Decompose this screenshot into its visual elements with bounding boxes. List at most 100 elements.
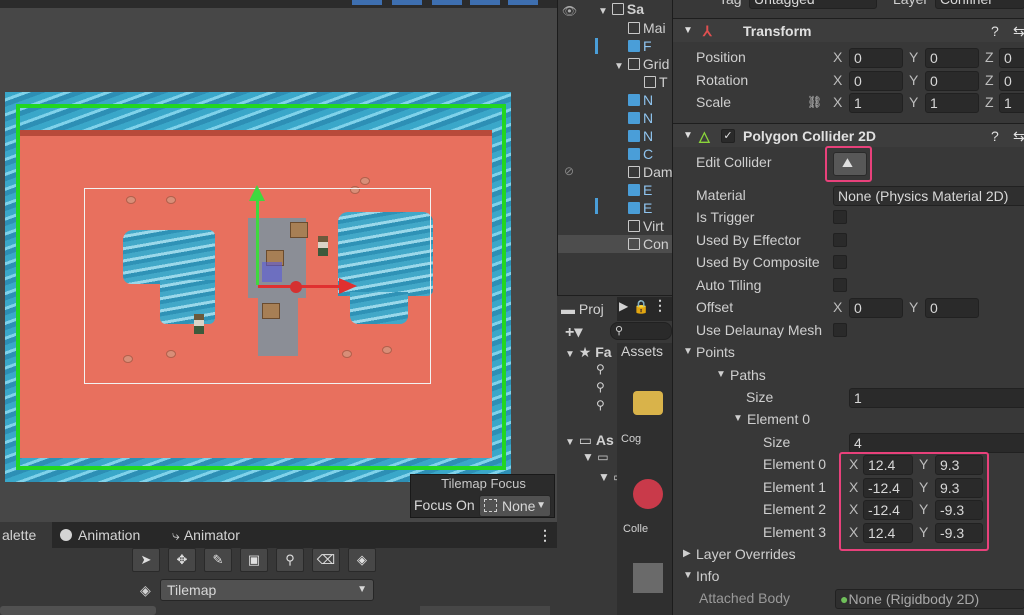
scene-toolbar-button[interactable] (432, 0, 462, 5)
subfolder-item[interactable]: ▼ ▭ (582, 450, 609, 464)
element0-path-row[interactable]: ▼ Element 0 (673, 408, 1024, 430)
scene-toolbar-button[interactable] (392, 0, 422, 5)
rotation-z-field[interactable]: 0 (999, 71, 1024, 91)
polygon-collider-header[interactable]: ▼ △ ✓ Polygon Collider 2D ? ⇆ (673, 123, 1024, 147)
paint-brush-icon[interactable]: ✎ (204, 548, 232, 572)
hierarchy-item[interactable]: N (558, 91, 673, 109)
hierarchy-item-label: T (659, 74, 668, 90)
active-tilemap-dropdown[interactable]: Tilemap ▼ (160, 579, 374, 601)
project-search-input[interactable]: ⚲ (610, 322, 672, 340)
info-row[interactable]: ▼ Info (673, 565, 1024, 587)
hierarchy-item-selected[interactable]: Con (558, 235, 673, 253)
search-icon[interactable]: ⚲ (596, 380, 605, 394)
transform-header[interactable]: ▼ ⅄ Transform ? ⇆ (673, 18, 1024, 42)
palette-dropdown[interactable] (0, 606, 156, 615)
box-fill-icon[interactable]: ▣ (240, 548, 268, 572)
paths-size-field[interactable]: 1 (849, 388, 1024, 408)
hierarchy-item[interactable]: E (558, 199, 673, 217)
asset-thumbnail[interactable] (633, 391, 663, 415)
scale-z-field[interactable]: 1 (999, 93, 1024, 113)
tab-animation[interactable]: Animation (60, 522, 140, 548)
asset-thumbnail[interactable] (633, 479, 663, 509)
offset-x-field[interactable]: 0 (849, 298, 903, 318)
is-trigger-label: Is Trigger (696, 209, 755, 225)
select-tool-icon[interactable]: ➤ (132, 548, 160, 572)
eyedropper-icon[interactable]: ⚲ (276, 548, 304, 572)
transform-pivot[interactable] (262, 262, 282, 282)
layer-overrides-row[interactable]: ▶ Layer Overrides (673, 543, 1024, 565)
move-y-arrow-icon[interactable] (249, 185, 265, 201)
lock-icon[interactable]: 🔒 (633, 299, 649, 315)
chevron-right-icon[interactable]: ▶ (619, 299, 628, 313)
hierarchy-item[interactable]: E (558, 181, 673, 199)
add-icon[interactable]: +▾ (565, 322, 582, 342)
prefab-icon (628, 202, 640, 214)
points-row[interactable]: ▼ Points (673, 341, 1024, 363)
enabled-checkbox[interactable]: ✓ (721, 129, 735, 143)
paths-row[interactable]: ▼ Paths (673, 364, 1024, 386)
tab-tile-palette[interactable]: alette (0, 522, 52, 548)
scene-toolbar-button[interactable] (508, 0, 538, 5)
position-label: Position (696, 49, 746, 65)
fill-bucket-icon[interactable]: ◈ (348, 548, 376, 572)
layer-dropdown[interactable]: Confiner (935, 0, 1024, 9)
material-field[interactable]: None (Physics Material 2D) (833, 186, 1024, 206)
settings-icon[interactable]: ⇆ (1013, 124, 1024, 148)
hierarchy-item-scene[interactable]: ▼ Sa (558, 0, 673, 18)
help-icon[interactable]: ? (991, 124, 999, 148)
focus-on-value: None (502, 498, 536, 514)
help-icon[interactable]: ? (991, 19, 999, 43)
hierarchy-item[interactable]: C (558, 145, 673, 163)
hierarchy-item[interactable]: N (558, 127, 673, 145)
tab-animator[interactable]: ⤷ Animator (172, 522, 240, 548)
offset-y-field[interactable]: 0 (925, 298, 979, 318)
eraser-icon[interactable]: ⌫ (312, 548, 340, 572)
hierarchy-item[interactable]: ▼ Grid (558, 55, 673, 73)
position-z-field[interactable]: 0 (999, 48, 1024, 68)
hierarchy-item[interactable]: F (558, 37, 673, 55)
scene-view[interactable] (0, 0, 557, 522)
rotation-x-field[interactable]: 0 (849, 71, 903, 91)
is-trigger-checkbox[interactable] (833, 210, 847, 224)
delaunay-checkbox[interactable] (833, 323, 847, 337)
used-by-effector-checkbox[interactable] (833, 233, 847, 247)
element0-size-field[interactable]: 4 (849, 433, 1024, 453)
tag-dropdown[interactable]: Untagged (749, 0, 877, 9)
hierarchy-item[interactable]: Virt (558, 217, 673, 235)
move-x-arrow-icon[interactable] (339, 278, 357, 294)
scale-y-field[interactable]: 1 (925, 93, 979, 113)
hierarchy-item[interactable]: T (558, 73, 673, 91)
animator-icon: ⤷ (172, 527, 180, 543)
assets-folder-header[interactable]: ▼ ▭ As (565, 432, 614, 449)
rotation-y-field[interactable]: 0 (925, 71, 979, 91)
asset-thumbnail[interactable] (633, 563, 663, 593)
settings-icon[interactable]: ⇆ (1013, 19, 1024, 43)
move-y-axis-handle[interactable] (256, 195, 259, 285)
star-icon: ★ (578, 344, 592, 360)
hierarchy-item[interactable]: Dam (558, 163, 673, 181)
move-tool-icon[interactable]: ✥ (168, 548, 196, 572)
hierarchy-item-label: Sa (626, 1, 645, 17)
favorites-header[interactable]: ▼ ★ Fa (565, 344, 612, 361)
scale-x-field[interactable]: 1 (849, 93, 903, 113)
scene-toolbar-button[interactable] (470, 0, 500, 5)
asset-label[interactable]: Cog (621, 433, 641, 445)
position-y-field[interactable]: 0 (925, 48, 979, 68)
more-options-icon[interactable]: ⋮ (538, 522, 552, 548)
tab-project[interactable]: ▬ Proj (557, 297, 617, 321)
more-options-icon[interactable]: ⋮ (653, 297, 667, 314)
focus-icon (484, 499, 497, 512)
tab-animation-label: Animation (78, 527, 141, 543)
hierarchy-item[interactable]: N (558, 109, 673, 127)
asset-label[interactable]: Colle (623, 523, 648, 535)
polygon-collider-icon: △ (699, 128, 710, 144)
position-x-field[interactable]: 0 (849, 48, 903, 68)
hierarchy-item[interactable]: Mai (558, 19, 673, 37)
focus-on-dropdown[interactable]: None ▼ (479, 495, 551, 517)
search-icon[interactable]: ⚲ (596, 362, 605, 376)
used-by-composite-checkbox[interactable] (833, 255, 847, 269)
scene-toolbar-button[interactable] (352, 0, 382, 5)
auto-tiling-checkbox[interactable] (833, 278, 847, 292)
search-icon[interactable]: ⚲ (596, 398, 605, 412)
constrain-proportions-icon[interactable]: ⛓ (807, 91, 822, 113)
